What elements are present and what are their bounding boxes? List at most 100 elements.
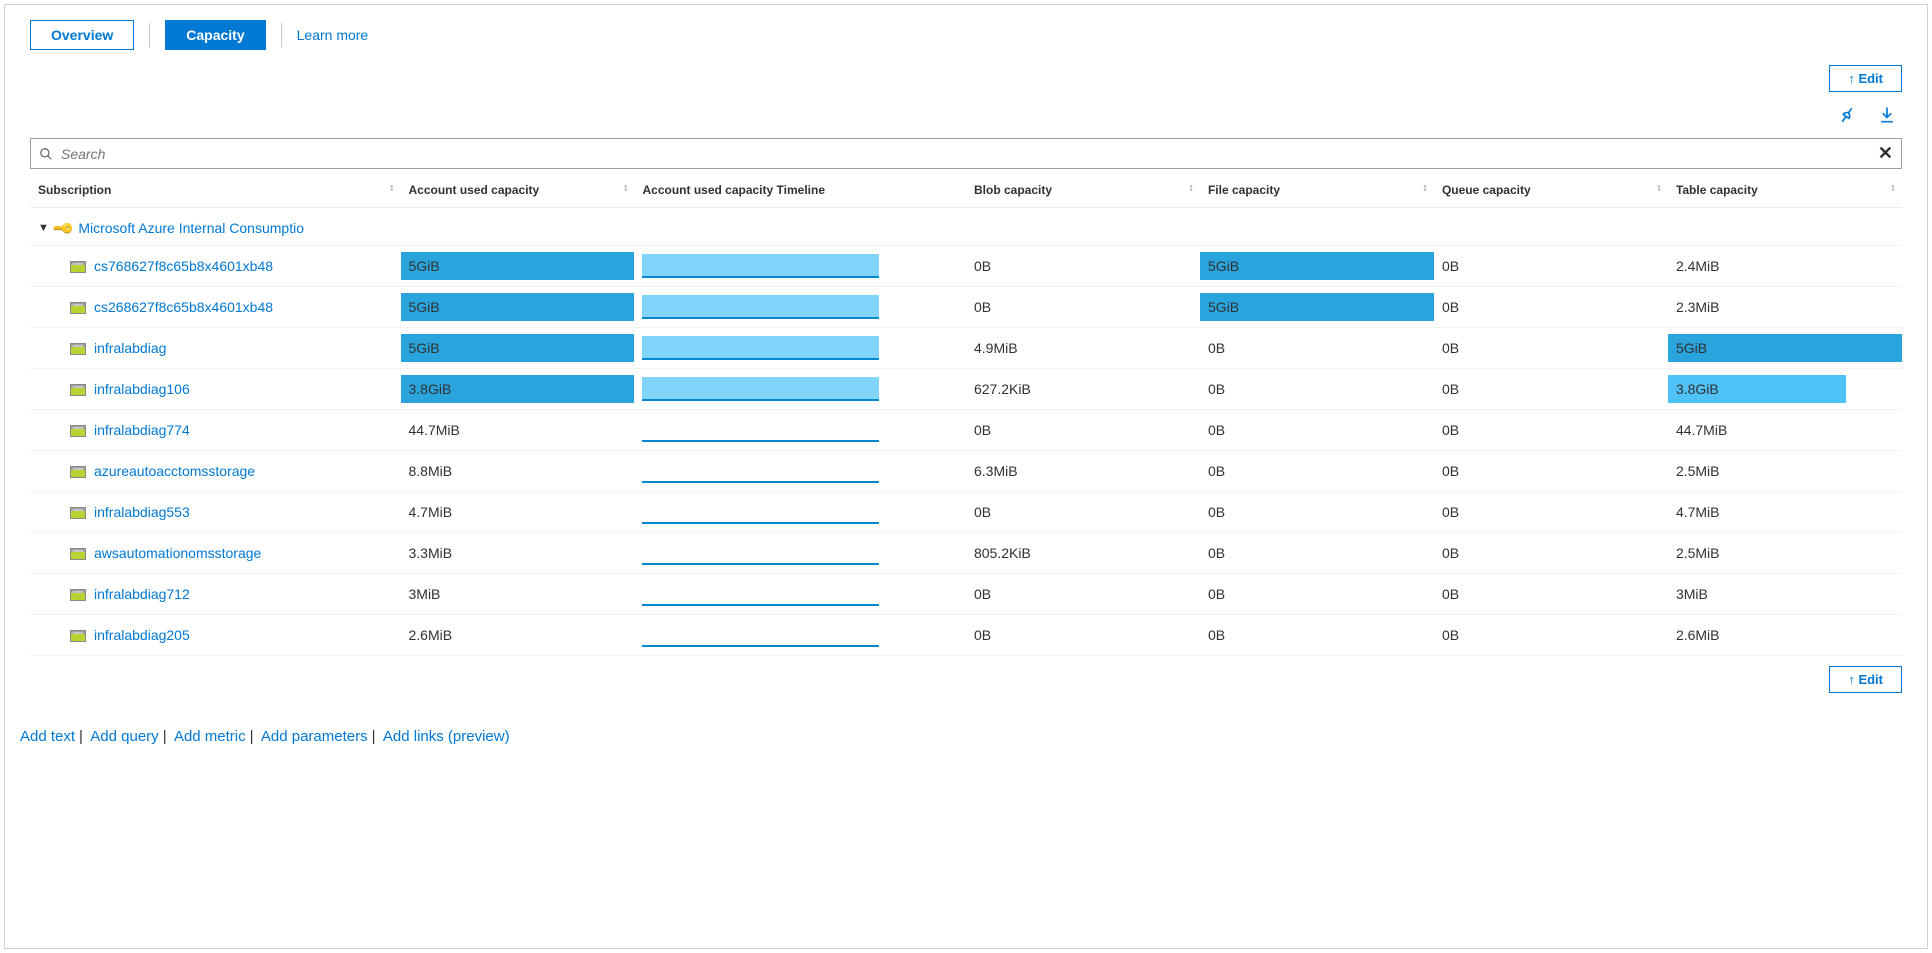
queue-capacity-cell: 0B [1434,614,1668,655]
storage-account-link[interactable]: infralabdiag205 [94,627,190,643]
table-row: cs768627f8c65b8x4601xb485GiB0B5GiB0B2.4M… [30,245,1902,286]
blob-capacity-cell: 627.2KiB [966,368,1200,409]
storage-account-icon [70,630,86,642]
storage-account-link[interactable]: infralabdiag106 [94,381,190,397]
key-icon: 🔑 [51,216,75,240]
search-clear-icon[interactable]: ✕ [1878,143,1893,164]
used-capacity-cell: 44.7MiB [401,409,635,450]
col-blob[interactable]: Blob capacity↑↓ [966,169,1200,208]
blob-capacity-cell: 6.3MiB [966,450,1200,491]
storage-account-icon [70,466,86,478]
used-capacity-cell: 5GiB [401,245,635,286]
file-capacity-cell: 0B [1200,368,1434,409]
blob-capacity-cell: 0B [966,614,1200,655]
chart-actions [5,97,1927,133]
used-capacity-cell: 3.8GiB [401,368,635,409]
queue-capacity-cell: 0B [1434,450,1668,491]
table-capacity-cell: 2.3MiB [1668,286,1902,327]
file-capacity-cell: 0B [1200,450,1434,491]
add-metric-link[interactable]: Add metric [174,728,246,745]
timeline-cell [634,573,966,614]
blob-capacity-cell: 0B [966,491,1200,532]
table-capacity-cell: 2.6MiB [1668,614,1902,655]
subscription-link[interactable]: Microsoft Azure Internal Consumptio [78,220,304,236]
timeline-cell [634,368,966,409]
download-icon[interactable] [1877,105,1897,125]
search-box[interactable]: ✕ [30,138,1902,169]
table-capacity-cell: 3.8GiB [1668,368,1902,409]
add-parameters-link[interactable]: Add parameters [261,728,368,745]
used-capacity-cell: 8.8MiB [401,450,635,491]
table-capacity-cell: 44.7MiB [1668,409,1902,450]
storage-account-link[interactable]: azureautoacctomsstorage [94,463,255,479]
add-links-link[interactable]: Add links (preview) [383,728,510,745]
table-row: awsautomationomsstorage3.3MiB805.2KiB0B0… [30,532,1902,573]
table-row: infralabdiag7123MiB0B0B0B3MiB [30,573,1902,614]
queue-capacity-cell: 0B [1434,286,1668,327]
used-capacity-cell: 2.6MiB [401,614,635,655]
table-capacity-cell: 2.5MiB [1668,450,1902,491]
blob-capacity-cell: 0B [966,409,1200,450]
table-row: cs268627f8c65b8x4601xb485GiB0B5GiB0B2.3M… [30,286,1902,327]
pin-icon[interactable] [1837,105,1857,125]
col-file[interactable]: File capacity↑↓ [1200,169,1434,208]
edit-button[interactable]: ↑ Edit [1829,65,1902,92]
timeline-cell [634,245,966,286]
col-queue[interactable]: Queue capacity↑↓ [1434,169,1668,208]
used-capacity-cell: 3.3MiB [401,532,635,573]
table-row: infralabdiag5GiB4.9MiB0B0B5GiB [30,327,1902,368]
search-input[interactable] [61,146,1878,162]
add-query-link[interactable]: Add query [90,728,158,745]
col-account-used[interactable]: Account used capacity↑↓ [401,169,635,208]
table-capacity-cell: 5GiB [1668,327,1902,368]
file-capacity-cell: 0B [1200,409,1434,450]
tab-separator [281,23,282,47]
col-timeline[interactable]: Account used capacity Timeline [634,169,966,208]
queue-capacity-cell: 0B [1434,532,1668,573]
storage-account-icon [70,343,86,355]
queue-capacity-cell: 0B [1434,491,1668,532]
tab-separator [149,23,150,47]
storage-account-link[interactable]: infralabdiag712 [94,586,190,602]
file-capacity-cell: 0B [1200,491,1434,532]
edit-button[interactable]: ↑ Edit [1829,666,1902,693]
file-capacity-cell: 0B [1200,614,1434,655]
timeline-cell [634,614,966,655]
file-capacity-cell: 0B [1200,327,1434,368]
timeline-cell [634,491,966,532]
storage-account-link[interactable]: infralabdiag [94,340,166,356]
blob-capacity-cell: 4.9MiB [966,327,1200,368]
file-capacity-cell: 0B [1200,573,1434,614]
workbook-panel: Overview Capacity Learn more ↑ Edit ✕ Su… [4,4,1928,949]
queue-capacity-cell: 0B [1434,573,1668,614]
table-row: infralabdiag5534.7MiB0B0B0B4.7MiB [30,491,1902,532]
queue-capacity-cell: 0B [1434,409,1668,450]
tab-overview[interactable]: Overview [30,20,134,50]
col-subscription[interactable]: Subscription↑↓ [30,169,401,208]
learn-more-link[interactable]: Learn more [297,27,369,43]
tab-capacity[interactable]: Capacity [165,20,265,50]
add-text-link[interactable]: Add text [20,728,75,745]
storage-account-link[interactable]: cs268627f8c65b8x4601xb48 [94,299,273,315]
file-capacity-cell: 5GiB [1200,286,1434,327]
storage-account-icon [70,548,86,560]
table-capacity-cell: 2.4MiB [1668,245,1902,286]
blob-capacity-cell: 0B [966,573,1200,614]
edit-row-bottom: ↑ Edit [5,656,1927,708]
table-capacity-cell: 2.5MiB [1668,532,1902,573]
storage-account-link[interactable]: infralabdiag553 [94,504,190,520]
storage-account-icon [70,425,86,437]
subscription-group-row[interactable]: ▼ 🔑 Microsoft Azure Internal Consumptio [30,208,1902,246]
used-capacity-cell: 3MiB [401,573,635,614]
col-table[interactable]: Table capacity↑↓ [1668,169,1902,208]
storage-account-link[interactable]: infralabdiag774 [94,422,190,438]
table-row: infralabdiag77444.7MiB0B0B0B44.7MiB [30,409,1902,450]
storage-account-link[interactable]: awsautomationomsstorage [94,545,261,561]
blob-capacity-cell: 0B [966,286,1200,327]
used-capacity-cell: 5GiB [401,286,635,327]
used-capacity-cell: 5GiB [401,327,635,368]
storage-account-link[interactable]: cs768627f8c65b8x4601xb48 [94,258,273,274]
top-tab-bar: Overview Capacity Learn more [5,5,1927,60]
storage-account-icon [70,261,86,273]
storage-account-icon [70,302,86,314]
